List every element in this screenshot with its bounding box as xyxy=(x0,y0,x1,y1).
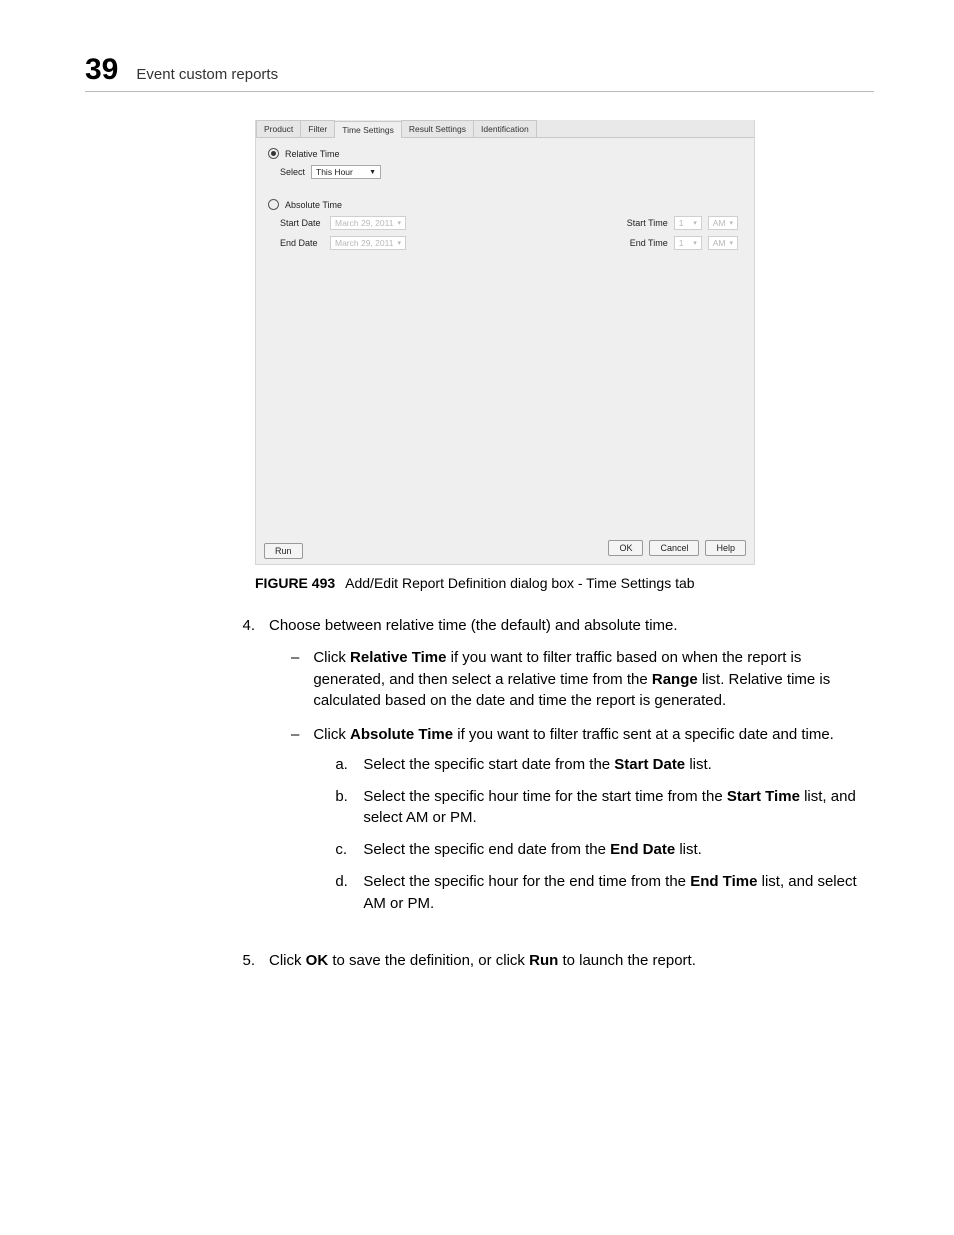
instruction-steps: 4. Choose between relative time (the def… xyxy=(237,615,874,972)
figure-493: Product Filter Time Settings Result Sett… xyxy=(255,120,874,565)
relative-time-label: Relative Time xyxy=(285,149,340,159)
end-time-label: End Time xyxy=(630,238,668,248)
tab-identification[interactable]: Identification xyxy=(473,120,537,137)
chevron-down-icon: ▾ xyxy=(693,219,697,227)
step-4-number: 4. xyxy=(237,615,255,936)
relative-time-instruction: Click Relative Time if you want to filte… xyxy=(313,647,874,712)
start-date-field[interactable]: March 29, 2011 ▾ xyxy=(330,216,406,230)
chevron-down-icon: ▾ xyxy=(397,239,401,247)
end-date-label: End Date xyxy=(280,238,324,248)
relative-time-radio[interactable] xyxy=(268,148,279,159)
tab-result-settings[interactable]: Result Settings xyxy=(401,120,474,137)
end-date-field[interactable]: March 29, 2011 ▾ xyxy=(330,236,406,250)
dialog-tabs: Product Filter Time Settings Result Sett… xyxy=(256,120,754,138)
cancel-button[interactable]: Cancel xyxy=(649,540,699,556)
chevron-down-icon: ▾ xyxy=(693,239,697,247)
running-header: 39 Event custom reports xyxy=(85,55,874,92)
absolute-time-instruction: Click Absolute Time if you want to filte… xyxy=(313,724,874,924)
start-time-hour-select[interactable]: 1 ▾ xyxy=(674,216,702,230)
end-time-ampm-select[interactable]: AM ▾ xyxy=(708,236,738,250)
section-title: Event custom reports xyxy=(136,66,278,83)
start-date-label: Start Date xyxy=(280,218,324,228)
page-number: 39 xyxy=(85,55,118,85)
figure-number: FIGURE 493 xyxy=(255,575,335,591)
help-button[interactable]: Help xyxy=(705,540,746,556)
time-settings-dialog: Product Filter Time Settings Result Sett… xyxy=(255,120,755,565)
end-time-hour-select[interactable]: 1 ▾ xyxy=(674,236,702,250)
absolute-time-radio[interactable] xyxy=(268,199,279,210)
absolute-time-label: Absolute Time xyxy=(285,200,342,210)
figure-caption-text: Add/Edit Report Definition dialog box - … xyxy=(345,575,694,591)
start-time-label: Start Time xyxy=(627,218,668,228)
tab-time-settings[interactable]: Time Settings xyxy=(334,121,402,138)
tab-product[interactable]: Product xyxy=(256,120,301,137)
run-button[interactable]: Run xyxy=(264,543,303,559)
step-5-number: 5. xyxy=(237,950,255,972)
step-4-text: Choose between relative time (the defaul… xyxy=(269,617,678,634)
step-5-text: Click OK to save the definition, or clic… xyxy=(269,950,874,972)
select-label: Select xyxy=(280,167,305,177)
chevron-down-icon: ▾ xyxy=(729,219,733,227)
relative-time-select[interactable]: This Hour ▼ xyxy=(311,165,381,179)
chevron-down-icon: ▾ xyxy=(397,219,401,227)
chevron-down-icon: ▼ xyxy=(369,169,376,176)
chevron-down-icon: ▾ xyxy=(729,239,733,247)
figure-caption: FIGURE 493 Add/Edit Report Definition dia… xyxy=(255,575,874,591)
ok-button[interactable]: OK xyxy=(608,540,643,556)
start-time-ampm-select[interactable]: AM ▾ xyxy=(708,216,738,230)
tab-filter[interactable]: Filter xyxy=(300,120,335,137)
